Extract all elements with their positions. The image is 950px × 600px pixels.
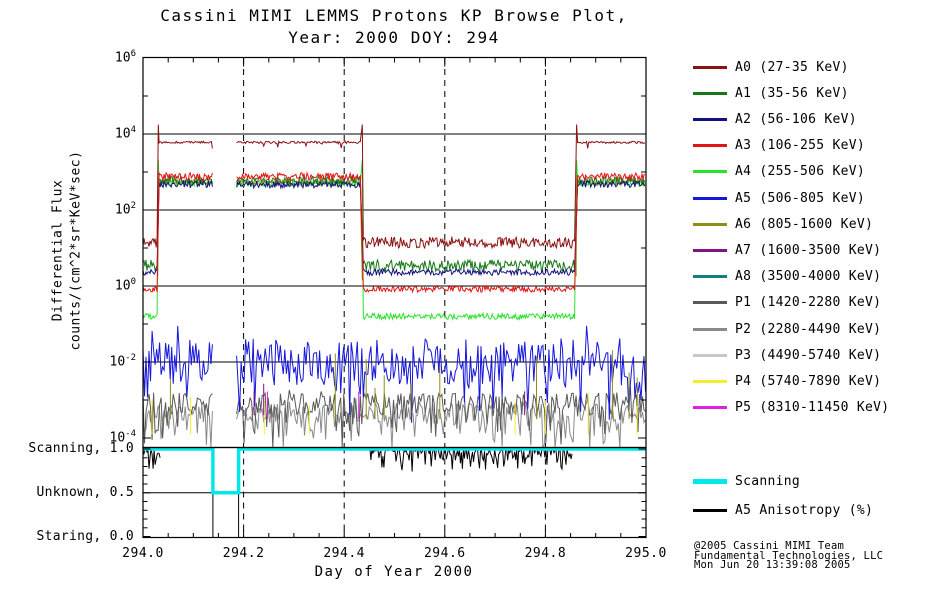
- legend-a1: A1 (35-56 KeV): [693, 84, 849, 102]
- x-tick-label: 294.4: [323, 546, 365, 561]
- legend-a1-color-line: [693, 91, 727, 95]
- legend-a1-label: A1 (35-56 KeV): [735, 85, 849, 101]
- legend-a5-anisotropy-label: A5 Anisotropy (%): [735, 502, 874, 518]
- legend-a3-color-line: [693, 144, 727, 148]
- legend-a2-color-line: [693, 117, 727, 121]
- legend-a2: A2 (56-106 KeV): [693, 110, 857, 128]
- credit-line-3: Mon Jun 20 13:39:08 2005: [694, 559, 851, 571]
- legend-p2-color-line: [693, 327, 727, 331]
- legend-a8: A8 (3500-4000 KeV): [693, 268, 881, 286]
- legend-scanning-label: Scanning: [735, 473, 801, 489]
- legend-p5: P5 (8310-11450 KeV): [693, 399, 889, 417]
- y-axis-units-label: counts/(cm^2*sr*KeV*sec): [68, 150, 84, 351]
- legend-a5: A5 (506-805 KeV): [693, 189, 865, 207]
- mode-label-staring: Staring, 0.0: [36, 528, 134, 544]
- x-tick-label: 294.8: [524, 546, 567, 561]
- y-tick-label: 102: [114, 201, 136, 218]
- legend-a4-label: A4 (255-506 KeV): [735, 164, 866, 180]
- legend-a7-color-line: [693, 248, 727, 252]
- legend-p5-label: P5 (8310-11450 KeV): [735, 400, 890, 416]
- x-axis-label: Day of Year 2000: [314, 564, 474, 580]
- plot-subtitle: Year: 2000 DOY: 294: [288, 28, 500, 47]
- credit-text: @2005 Cassini MIMI Team Fundamental Tech…: [694, 541, 883, 571]
- legend-p3: P3 (4490-5740 KeV): [693, 346, 881, 364]
- plot-title: Cassini MIMI LEMMS Protons KP Browse Plo…: [160, 6, 628, 25]
- legend-p2: P2 (2280-4490 KeV): [693, 320, 881, 338]
- legend-a8-color-line: [693, 275, 727, 279]
- x-tick-label: 295.0: [625, 546, 667, 561]
- legend-a4-color-line: [693, 170, 727, 174]
- legend-a5-anisotropy: A5 Anisotropy (%): [693, 501, 873, 519]
- legend-a0-color-line: [693, 65, 727, 69]
- legend-a3: A3 (106-255 KeV): [693, 137, 865, 155]
- legend-a5-label: A5 (506-805 KeV): [735, 190, 866, 206]
- legend-p4-color-line: [693, 379, 727, 383]
- legend-p5-color-line: [693, 406, 727, 410]
- legend-p3-label: P3 (4490-5740 KeV): [735, 347, 882, 363]
- legend-a0-label: A0 (27-35 KeV): [735, 59, 849, 75]
- legend-a6-color-line: [693, 222, 727, 226]
- legend-a5-color-line: [693, 196, 727, 200]
- legend-a6-label: A6 (805-1600 KeV): [735, 216, 874, 232]
- legend-p4: P4 (5740-7890 KeV): [693, 372, 881, 390]
- legend-p4-label: P4 (5740-7890 KeV): [735, 373, 882, 389]
- legend-a7: A7 (1600-3500 KeV): [693, 241, 881, 259]
- mode-label-scanning: Scanning, 1.0: [28, 441, 134, 456]
- legend-a8-label: A8 (3500-4000 KeV): [735, 269, 882, 285]
- y-axis-label: Differential Flux: [50, 179, 66, 322]
- legend-p2-label: P2 (2280-4490 KeV): [735, 321, 882, 337]
- legend-a3-label: A3 (106-255 KeV): [735, 138, 866, 154]
- legend-a6: A6 (805-1600 KeV): [693, 215, 873, 233]
- legend-p1: P1 (1420-2280 KeV): [693, 294, 881, 312]
- legend-p3-color-line: [693, 353, 727, 357]
- y-tick-label: 104: [114, 125, 136, 142]
- legend-a5-anisotropy-color-line: [693, 508, 727, 512]
- mode-label-unknown: Unknown, 0.5: [36, 484, 134, 500]
- legend-a4: A4 (255-506 KeV): [693, 163, 865, 181]
- legend-scanning: Scanning: [693, 472, 800, 490]
- legend-p1-color-line: [693, 301, 727, 305]
- legend-a7-label: A7 (1600-3500 KeV): [735, 242, 882, 258]
- x-tick-label: 294.2: [222, 546, 265, 561]
- legend-scanning-color-line: [693, 478, 727, 484]
- y-tick-label: 106: [114, 49, 136, 66]
- kp-browse-plot: Cassini MIMI LEMMS Protons KP Browse Plo…: [0, 0, 950, 600]
- y-tick-label: 10-2: [109, 353, 137, 370]
- legend-a2-label: A2 (56-106 KeV): [735, 111, 857, 127]
- legend-p1-label: P1 (1420-2280 KeV): [735, 295, 882, 311]
- y-tick-label: 100: [114, 277, 136, 294]
- x-tick-label: 294.0: [122, 546, 164, 561]
- legend-a0: A0 (27-35 KeV): [693, 58, 849, 76]
- x-tick-label: 294.6: [423, 546, 466, 561]
